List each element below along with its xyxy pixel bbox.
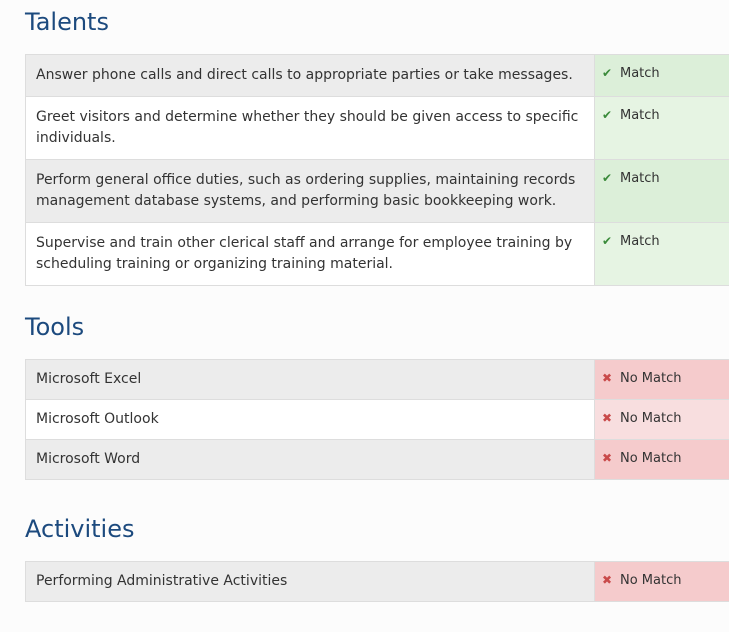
section-title-tools: Tools [25, 313, 85, 341]
activities-table: Performing Administrative Activities ✖ No… [25, 561, 729, 602]
row-description: Performing Administrative Activities [25, 561, 595, 602]
status-cell: ✔ Match [594, 96, 729, 160]
table-row: Supervise and train other clerical staff… [25, 222, 729, 286]
status-cell: ✔ Match [594, 54, 729, 97]
row-description: Perform general office duties, such as o… [25, 159, 595, 223]
check-icon: ✔ [602, 108, 613, 122]
status-cell: ✔ Match [594, 222, 729, 286]
status-cell: ✖ No Match [594, 561, 729, 602]
section-title-activities: Activities [25, 515, 135, 543]
row-description: Microsoft Excel [25, 359, 595, 400]
x-icon: ✖ [602, 451, 613, 465]
x-icon: ✖ [602, 411, 613, 425]
table-row: Microsoft Word ✖ No Match [25, 439, 729, 480]
table-row: Microsoft Outlook ✖ No Match [25, 399, 729, 440]
check-icon: ✔ [602, 66, 613, 80]
row-description: Greet visitors and determine whether the… [25, 96, 595, 160]
status-cell: ✖ No Match [594, 399, 729, 440]
table-row: Answer phone calls and direct calls to a… [25, 54, 729, 97]
status-label: Match [620, 108, 660, 123]
status-label: Match [620, 234, 660, 249]
status-cell: ✖ No Match [594, 359, 729, 400]
table-row: Microsoft Excel ✖ No Match [25, 359, 729, 400]
status-cell: ✔ Match [594, 159, 729, 223]
tools-table: Microsoft Excel ✖ No Match Microsoft Outl… [25, 359, 729, 480]
status-label: Match [620, 171, 660, 186]
status-label: Match [620, 66, 660, 81]
status-label: No Match [620, 371, 682, 386]
status-label: No Match [620, 411, 682, 426]
row-description: Supervise and train other clerical staff… [25, 222, 595, 286]
row-description: Microsoft Word [25, 439, 595, 480]
section-title-talents: Talents [25, 8, 109, 36]
x-icon: ✖ [602, 573, 613, 587]
status-label: No Match [620, 573, 682, 588]
talents-table: Answer phone calls and direct calls to a… [25, 54, 729, 286]
status-cell: ✖ No Match [594, 439, 729, 480]
status-label: No Match [620, 451, 682, 466]
table-row: Greet visitors and determine whether the… [25, 96, 729, 160]
row-description: Answer phone calls and direct calls to a… [25, 54, 595, 97]
table-row: Perform general office duties, such as o… [25, 159, 729, 223]
row-description: Microsoft Outlook [25, 399, 595, 440]
table-row: Performing Administrative Activities ✖ No… [25, 561, 729, 602]
check-icon: ✔ [602, 171, 613, 185]
x-icon: ✖ [602, 371, 613, 385]
check-icon: ✔ [602, 234, 613, 248]
